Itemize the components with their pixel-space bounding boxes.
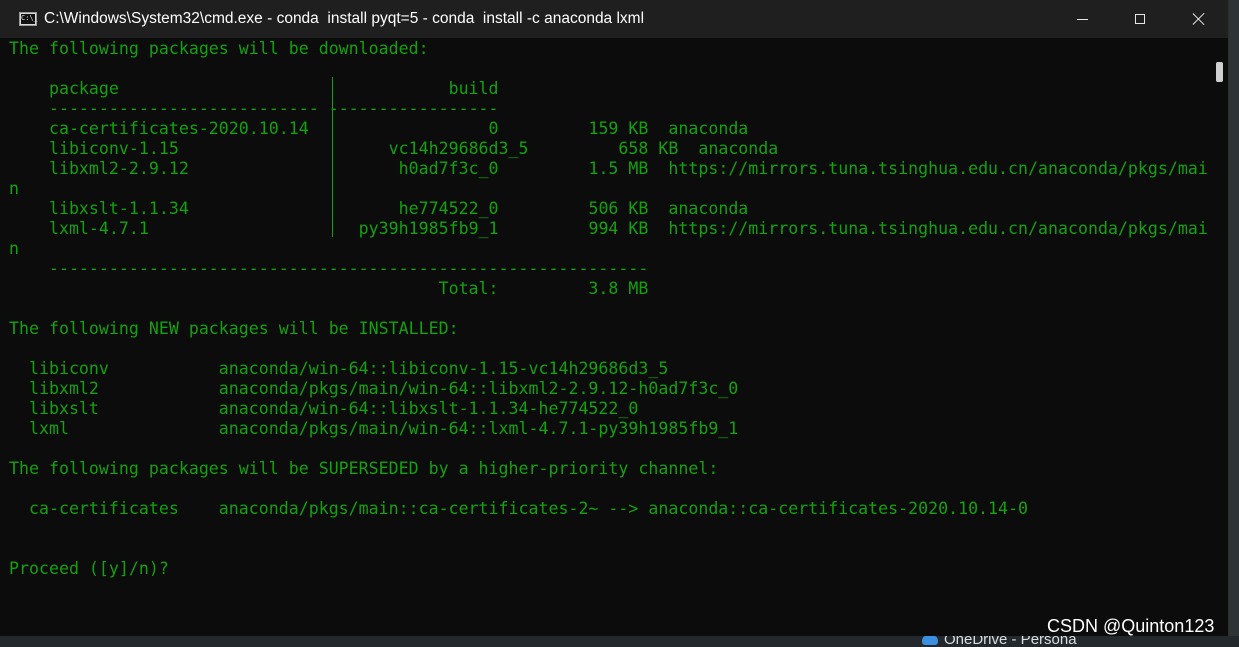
console-line: libxslt-1.1.34 | he774522_0 506 KB anaco… — [9, 199, 749, 218]
console-line: ---------------------------|------------… — [9, 99, 499, 118]
cmd-window: C:\Windows\System32\cmd.exe - conda inst… — [0, 0, 1229, 636]
cloud-icon — [922, 634, 938, 645]
console-line: The following NEW packages will be INSTA… — [9, 319, 459, 338]
window-title: C:\Windows\System32\cmd.exe - conda inst… — [44, 10, 645, 27]
console-line: n — [9, 179, 19, 198]
minimize-icon — [1076, 18, 1088, 20]
minimize-button[interactable] — [1053, 0, 1111, 38]
cmd-app-icon[interactable] — [19, 12, 37, 26]
console-line: ----------------------------------------… — [9, 259, 649, 278]
close-icon — [1192, 12, 1206, 26]
console-line: libiconv anaconda/win-64::libiconv-1.15-… — [9, 359, 669, 378]
console-line: The following packages will be downloade… — [9, 39, 429, 58]
desktop-background — [1229, 0, 1239, 647]
table-column-separator — [332, 77, 333, 237]
console-line: ca-certificates anaconda/pkgs/main::ca-c… — [9, 499, 1029, 518]
close-button[interactable] — [1170, 0, 1228, 38]
csdn-watermark: CSDN @Quinton123 — [1047, 616, 1215, 636]
maximize-button[interactable] — [1111, 0, 1169, 38]
console-output[interactable]: The following packages will be downloade… — [9, 39, 1209, 635]
console-line: Total: 3.8 MB — [9, 279, 649, 298]
console-line: libxml2 anaconda/pkgs/main/win-64::libxm… — [9, 379, 739, 398]
maximize-icon — [1135, 14, 1145, 24]
scrollbar-track[interactable] — [1211, 39, 1228, 635]
console-line: Proceed ([y]/n)? — [9, 559, 169, 578]
console-line: libxml2-2.9.12 | h0ad7f3c_0 1.5 MB https… — [9, 159, 1208, 178]
console-line: ca-certificates-2020.10.14 | 0 159 KB an… — [9, 119, 749, 138]
console-line: lxml anaconda/pkgs/main/win-64::lxml-4.7… — [9, 419, 739, 438]
console-line: n — [9, 239, 19, 258]
title-bar[interactable]: C:\Windows\System32\cmd.exe - conda inst… — [0, 0, 1228, 38]
scrollbar-thumb[interactable] — [1216, 62, 1223, 82]
console-line: lxml-4.7.1 | py39h1985fb9_1 994 KB https… — [9, 219, 1208, 238]
console-line: The following packages will be SUPERSEDE… — [9, 459, 719, 478]
console-line: libiconv-1.15 | vc14h29686d3_5 658 KB an… — [9, 139, 779, 158]
console-line: libxslt anaconda/win-64::libxslt-1.1.34-… — [9, 399, 639, 418]
console-line: package | build — [9, 79, 499, 98]
